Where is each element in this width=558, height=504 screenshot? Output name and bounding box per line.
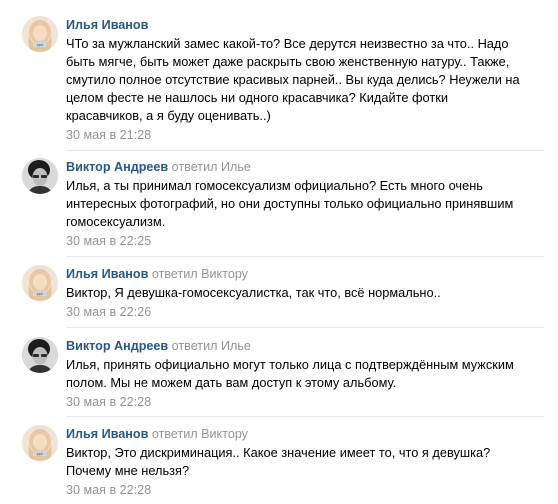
female-avatar-icon[interactable]: ppt: [22, 265, 58, 301]
reply-to-label: ответил Илье: [171, 160, 251, 174]
comment-date[interactable]: 30 мая в 22:26: [66, 305, 548, 319]
svg-text:ppt: ppt: [37, 292, 43, 296]
comment-divider: [66, 416, 544, 417]
comment-date[interactable]: 30 мая в 22:25: [66, 234, 548, 248]
author-name[interactable]: Илья Иванов: [66, 18, 148, 32]
female-avatar-icon[interactable]: ppt: [22, 16, 58, 52]
author-name[interactable]: Илья Иванов: [66, 267, 148, 281]
author-name[interactable]: Виктор Андреев: [66, 339, 168, 353]
comment-thread: ppt Илья Иванов ЧТо за мужланский замес …: [0, 0, 558, 504]
comment-header: Илья Иванов: [66, 18, 548, 32]
female-avatar-icon[interactable]: ppt: [22, 425, 58, 461]
comment-body: Илья Иванов ЧТо за мужланский замес како…: [66, 16, 548, 142]
comment-body: Илья Иванов ответил Виктору Виктор, Это …: [66, 425, 548, 497]
comment-text: Илья, а ты принимал гомосексуализм офици…: [66, 178, 514, 229]
reply-to-label: ответил Виктору: [151, 267, 248, 281]
comment-divider: [66, 256, 544, 257]
author-name[interactable]: Виктор Андреев: [66, 160, 168, 174]
comment-divider: [66, 327, 544, 328]
reply-to-label: ответил Виктору: [151, 427, 248, 441]
comment-date[interactable]: 30 мая в 21:28: [66, 128, 548, 142]
author-name[interactable]: Илья Иванов: [66, 427, 148, 441]
male-avatar-icon[interactable]: [22, 337, 58, 373]
comment-body: Виктор Андреев ответил Илье Илья, а ты п…: [66, 158, 548, 248]
comment-header: Илья Иванов ответил Виктору: [66, 267, 548, 281]
svg-text:ppt: ppt: [37, 43, 43, 47]
comment-body: Виктор Андреев ответил Илье Илья, принят…: [66, 337, 548, 409]
comment-divider: [66, 150, 544, 151]
comment-text: Илья, принять официально могут только ли…: [66, 357, 514, 390]
svg-text:ppt: ppt: [37, 452, 43, 456]
reply-to-label: ответил Илье: [171, 339, 251, 353]
comment-text: Виктор, Это дискриминация.. Какое значен…: [66, 445, 491, 478]
comment-body: Илья Иванов ответил Виктору Виктор, Я де…: [66, 265, 548, 319]
comment-header: Илья Иванов ответил Виктору: [66, 427, 548, 441]
comment-header: Виктор Андреев ответил Илье: [66, 160, 548, 174]
comment-header: Виктор Андреев ответил Илье: [66, 339, 548, 353]
comment-text: ЧТо за мужланский замес какой-то? Все де…: [66, 36, 520, 123]
comment-date[interactable]: 30 мая в 22:28: [66, 483, 548, 497]
comment-text: Виктор, Я девушка-гомосексуалистка, так …: [66, 285, 441, 300]
comment-date[interactable]: 30 мая в 22:28: [66, 395, 548, 409]
male-avatar-icon[interactable]: [22, 158, 58, 194]
